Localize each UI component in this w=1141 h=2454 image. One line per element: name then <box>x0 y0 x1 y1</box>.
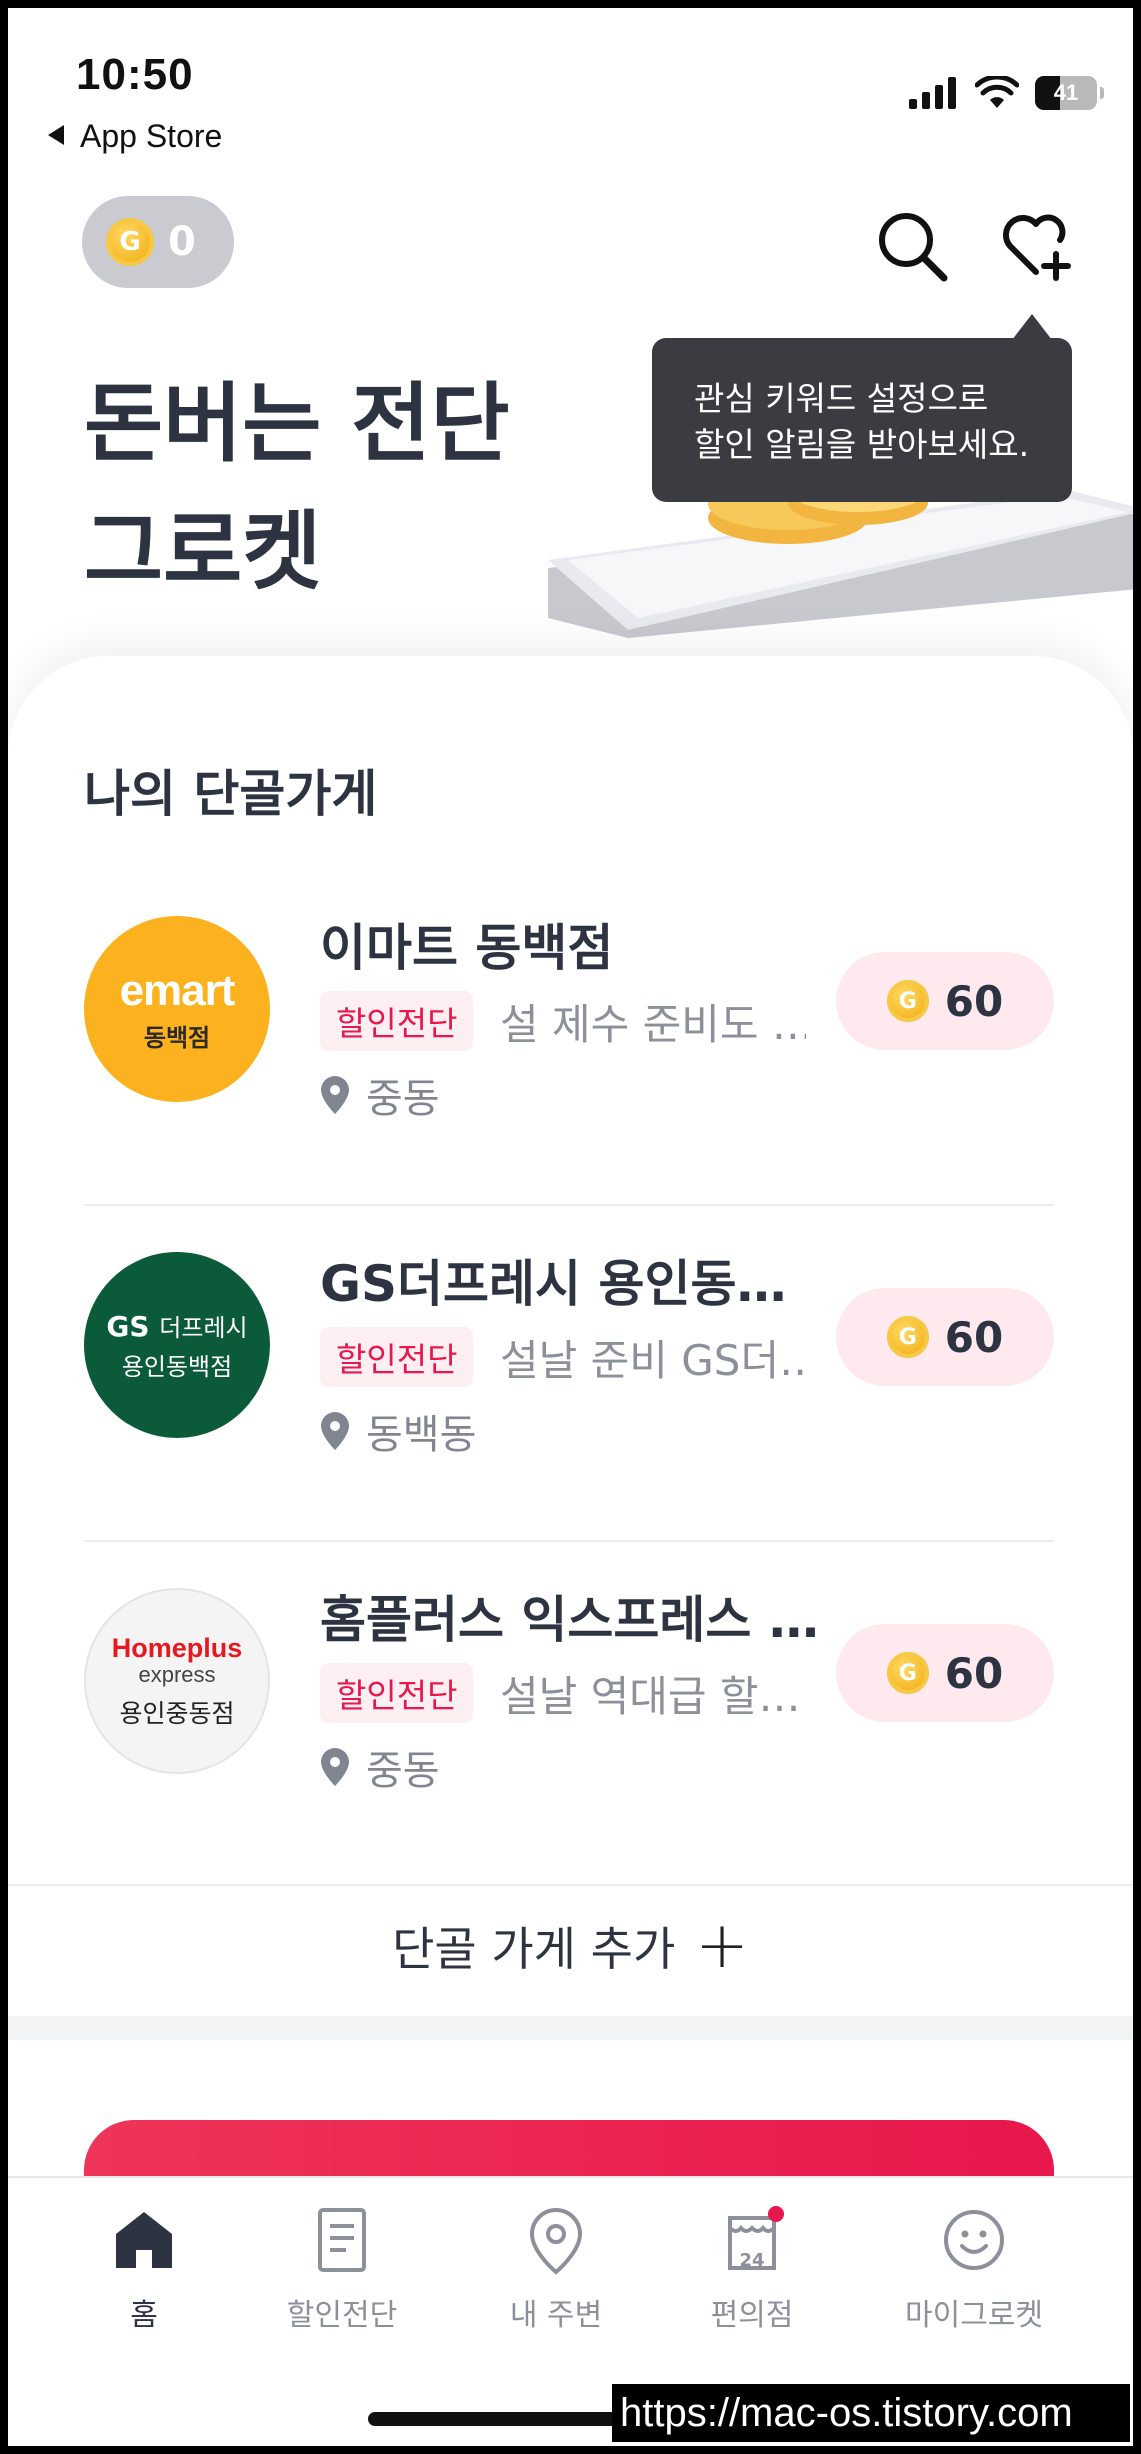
add-favorite-keyword-icon[interactable] <box>998 208 1074 284</box>
gs-thefresh-logo: GS 더프레시 용인동백점 <box>84 1252 270 1438</box>
hero-headline: 돈버는 전단 그로켓 <box>84 360 510 616</box>
tab-convenience-store[interactable]: 24 편의점 <box>652 2204 852 2334</box>
store-row-emart[interactable]: emart 동백점 이마트 동백점 할인전단 설 제수 준비도 … 중동 G 6… <box>84 866 1054 1196</box>
store-location: 동백동 <box>320 1402 476 1460</box>
favorite-stores-card: 나의 단골가게 emart 동백점 이마트 동백점 할인전단 설 제수 준비도 … <box>8 656 1133 2026</box>
location-pin-icon <box>529 2207 583 2275</box>
location-pin-icon <box>321 1748 349 1786</box>
divider <box>8 1884 1133 1886</box>
keyword-alert-tooltip[interactable]: 관심 키워드 설정으로 할인 알림을 받아보세요. <box>652 314 1072 502</box>
status-time: 10:50 <box>76 50 194 99</box>
tooltip-line-2: 할인 알림을 받아보세요. <box>694 425 1030 464</box>
tab-flyers[interactable]: 할인전단 <box>242 2204 442 2334</box>
store-24-badge: 24 <box>739 2250 765 2271</box>
add-store-label: 단골 가게 추가 <box>392 1922 676 1976</box>
emart-logo: emart 동백점 <box>84 916 270 1102</box>
watermark: https://mac-os.tistory.com <box>612 2384 1130 2442</box>
hero-line-1: 돈버는 전단 <box>84 374 510 474</box>
smiley-icon <box>944 2210 1004 2270</box>
battery-indicator: 41 <box>1035 76 1104 110</box>
coin-balance: 0 <box>168 219 196 265</box>
store-row-homeplus-express[interactable]: Homeplus express 용인중동점 홈플러스 익스프레스 … 할인전단… <box>84 1538 1054 1868</box>
reward-badge[interactable]: G 60 <box>836 1624 1054 1722</box>
search-icon[interactable] <box>874 208 950 284</box>
store-location: 중동 <box>320 1066 440 1124</box>
coin-icon: G <box>886 1316 929 1358</box>
promo-text: 설날 역대급 할… <box>500 1671 801 1721</box>
status-icons: 41 <box>909 76 1104 110</box>
tab-home[interactable]: 홈 <box>44 2204 244 2334</box>
homeplus-express-logo: Homeplus express 용인중동점 <box>84 1588 270 1774</box>
reward-badge[interactable]: G 60 <box>836 952 1054 1050</box>
coin-icon: G <box>886 1652 929 1694</box>
promo-text: 설 제수 준비도 … <box>500 999 806 1049</box>
back-arrow-icon <box>48 125 64 145</box>
store-name: 이마트 동백점 <box>320 919 614 977</box>
location-pin-icon <box>321 1076 349 1114</box>
store-name: GS더프레시 용인동백점 <box>320 1255 820 1313</box>
flyer-tag: 할인전단 <box>320 991 474 1051</box>
plus-icon: + <box>695 1909 749 1983</box>
home-icon <box>116 2212 172 2268</box>
section-title: 나의 단골가게 <box>84 765 378 823</box>
flyer-tag: 할인전단 <box>320 1663 474 1723</box>
battery-level: 41 <box>1053 80 1079 105</box>
back-label: App Store <box>80 118 223 154</box>
tab-nearby[interactable]: 내 주변 <box>456 2204 656 2334</box>
store-location: 중동 <box>320 1738 440 1796</box>
signal-icon <box>909 77 956 109</box>
wifi-icon <box>975 76 1019 108</box>
back-to-app-store[interactable]: App Store <box>48 118 222 155</box>
section-gap <box>8 2016 1133 2040</box>
tooltip-line-1: 관심 키워드 설정으로 <box>694 379 989 418</box>
promo-text: 설날 준비 GS더… <box>500 1335 806 1385</box>
flyer-icon <box>318 2208 366 2272</box>
store-row-gs-thefresh[interactable]: GS 더프레시 용인동백점 GS더프레시 용인동백점 할인전단 설날 준비 GS… <box>84 1202 1054 1532</box>
flyer-tag: 할인전단 <box>320 1327 474 1387</box>
hero-line-2: 그로켓 <box>84 502 322 602</box>
coin-icon: G <box>886 980 929 1022</box>
store-name: 홈플러스 익스프레스 … <box>320 1591 819 1649</box>
tab-my-grocket[interactable]: 마이그로켓 <box>874 2204 1074 2334</box>
reward-badge[interactable]: G 60 <box>836 1288 1054 1386</box>
location-pin-icon <box>321 1412 349 1450</box>
add-favorite-store-button[interactable]: 단골 가게 추가 + <box>8 1896 1133 1996</box>
coin-balance-pill[interactable]: G 0 <box>82 196 234 288</box>
app-screen: 10:50 App Store 41 G 0 돈버는 전단 그로켓 관심 키워드… <box>8 8 1133 2446</box>
coin-icon: G <box>106 218 154 266</box>
